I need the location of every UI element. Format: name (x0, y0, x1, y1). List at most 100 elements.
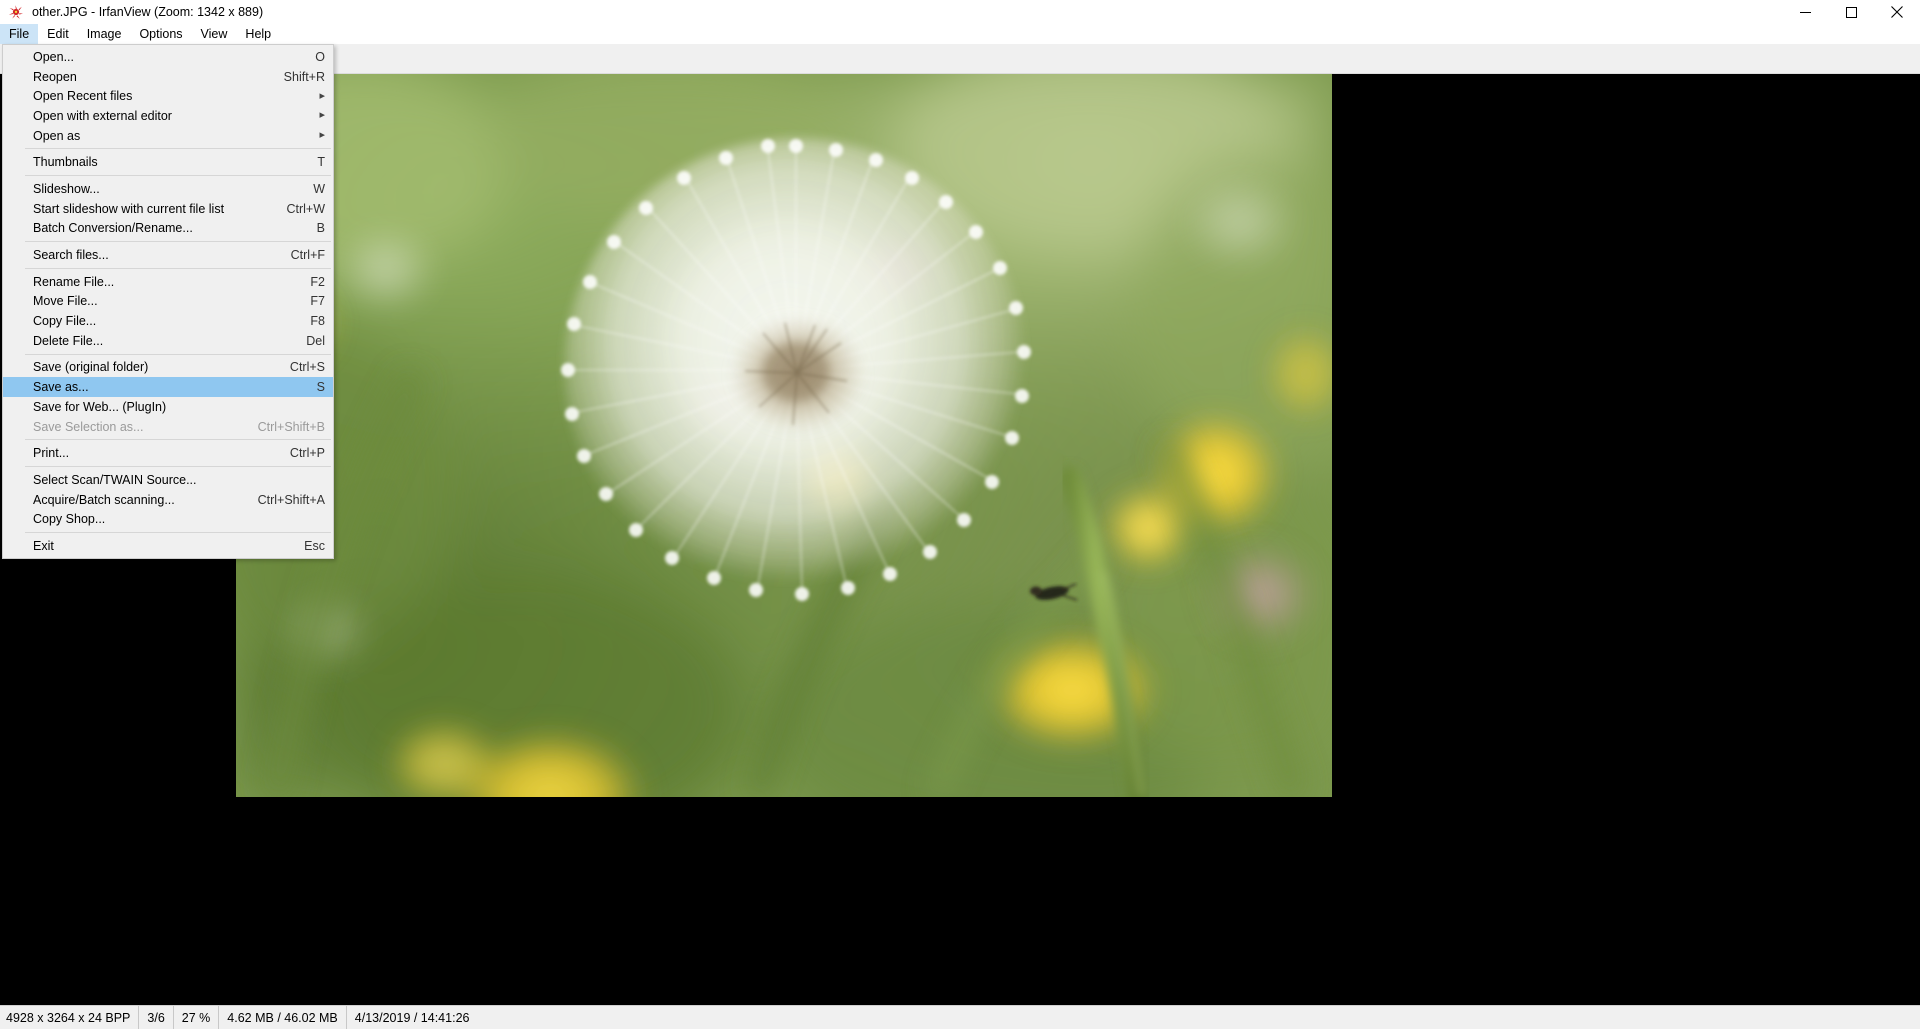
menu-separator (25, 268, 331, 269)
image-dimensions: 4928 x 3264 x 24 BPP (0, 1006, 139, 1029)
menu-item-save-original-folder-label: Save (original folder) (33, 360, 148, 374)
menu-item-copy-file[interactable]: Copy File... F8 (3, 311, 333, 331)
menu-item-batch-conversion-accel: B (299, 221, 325, 235)
menu-item-print[interactable]: Print... Ctrl+P (3, 443, 333, 463)
menu-item-save-for-web-label: Save for Web... (PlugIn) (33, 400, 166, 414)
chevron-right-icon: ▸ (319, 91, 325, 102)
menu-item-batch-conversion-label: Batch Conversion/Rename... (33, 221, 193, 235)
menubar-item-help-label: Help (245, 27, 271, 41)
window-title: other.JPG - IrfanView (Zoom: 1342 x 889) (32, 0, 263, 24)
menubar-item-edit-label: Edit (47, 27, 69, 41)
menu-item-save-as-label: Save as... (33, 380, 89, 394)
menu-item-rename-file-label: Rename File... (33, 275, 114, 289)
menu-item-open-recent-files-label: Open Recent files (33, 89, 132, 103)
menu-item-select-scan-twain-source-label: Select Scan/TWAIN Source... (33, 473, 196, 487)
menu-item-open-recent-files[interactable]: Open Recent files ▸ (3, 86, 333, 106)
menubar-item-file[interactable]: File (0, 24, 38, 44)
menubar-item-file-label: File (9, 27, 29, 41)
menu-item-copy-file-label: Copy File... (33, 314, 96, 328)
menu-item-exit[interactable]: Exit Esc (3, 536, 333, 556)
menu-separator (25, 466, 331, 467)
menu-item-save-original-folder[interactable]: Save (original folder) Ctrl+S (3, 358, 333, 378)
file-datetime: 4/13/2019 / 14:41:26 (347, 1006, 1920, 1029)
menu-item-search-files-accel: Ctrl+F (273, 248, 325, 262)
menu-item-start-slideshow-accel: Ctrl+W (268, 202, 325, 216)
menu-item-thumbnails-accel: T (299, 155, 325, 169)
menubar-item-help[interactable]: Help (236, 24, 280, 44)
menu-item-delete-file-accel: Del (288, 334, 325, 348)
menu-item-thumbnails-label: Thumbnails (33, 155, 98, 169)
menu-item-move-file[interactable]: Move File... F7 (3, 292, 333, 312)
file-menu-popup[interactable]: Open... O Reopen Shift+R Open Recent fil… (2, 44, 334, 559)
menu-item-move-file-label: Move File... (33, 294, 98, 308)
menu-item-save-original-folder-accel: Ctrl+S (272, 360, 325, 374)
menubar-item-view[interactable]: View (192, 24, 237, 44)
menubar-item-edit[interactable]: Edit (38, 24, 78, 44)
status-bar: 4928 x 3264 x 24 BPP 3/6 27 % 4.62 MB / … (0, 1005, 1920, 1029)
menu-item-exit-accel: Esc (286, 539, 325, 553)
window-controls (1782, 0, 1920, 24)
menu-item-reopen-label: Reopen (33, 70, 77, 84)
menu-item-slideshow-label: Slideshow... (33, 182, 100, 196)
chevron-right-icon: ▸ (319, 130, 325, 141)
menu-item-open-as-label: Open as (33, 129, 80, 143)
menu-item-open-accel: O (297, 50, 325, 64)
menu-item-rename-file-accel: F2 (292, 275, 325, 289)
menu-item-search-files-label: Search files... (33, 248, 109, 262)
menu-item-reopen-accel: Shift+R (266, 70, 325, 84)
menu-item-rename-file[interactable]: Rename File... F2 (3, 272, 333, 292)
menu-item-acquire-batch-scanning-label: Acquire/Batch scanning... (33, 493, 175, 507)
irfanview-icon (8, 4, 24, 20)
menu-item-save-for-web[interactable]: Save for Web... (PlugIn) (3, 397, 333, 417)
menu-item-open-as[interactable]: Open as ▸ (3, 126, 333, 146)
file-size: 4.62 MB / 46.02 MB (219, 1006, 346, 1029)
menu-item-exit-label: Exit (33, 539, 54, 553)
menu-item-copy-shop-label: Copy Shop... (33, 512, 105, 526)
menu-bar: File Edit Image Options View Help (0, 24, 1920, 44)
menu-item-move-file-accel: F7 (292, 294, 325, 308)
menu-item-open[interactable]: Open... O (3, 47, 333, 67)
menu-item-print-label: Print... (33, 446, 69, 460)
menu-item-thumbnails[interactable]: Thumbnails T (3, 152, 333, 172)
menu-separator (25, 241, 331, 242)
menu-item-slideshow[interactable]: Slideshow... W (3, 179, 333, 199)
title-bar: other.JPG - IrfanView (Zoom: 1342 x 889) (0, 0, 1920, 24)
menu-item-copy-shop[interactable]: Copy Shop... (3, 509, 333, 529)
menu-item-batch-conversion-rename[interactable]: Batch Conversion/Rename... B (3, 219, 333, 239)
zoom-percent: 27 % (174, 1006, 220, 1029)
menu-item-save-selection-as: Save Selection as... Ctrl+Shift+B (3, 417, 333, 437)
menu-item-open-with-external-editor-label: Open with external editor (33, 109, 172, 123)
menubar-item-image[interactable]: Image (78, 24, 131, 44)
maximize-button[interactable] (1828, 0, 1874, 24)
menubar-item-image-label: Image (87, 27, 122, 41)
menu-separator (25, 439, 331, 440)
close-button[interactable] (1874, 0, 1920, 24)
title-bar-left: other.JPG - IrfanView (Zoom: 1342 x 889) (0, 0, 263, 24)
menu-item-search-files[interactable]: Search files... Ctrl+F (3, 245, 333, 265)
menu-item-save-as[interactable]: Save as... S (3, 377, 333, 397)
menu-separator (25, 354, 331, 355)
menu-item-acquire-batch-scanning-accel: Ctrl+Shift+A (240, 493, 325, 507)
menubar-item-view-label: View (201, 27, 228, 41)
image-index: 3/6 (139, 1006, 173, 1029)
menu-item-delete-file[interactable]: Delete File... Del (3, 331, 333, 351)
menu-item-open-label: Open... (33, 50, 74, 64)
menu-separator (25, 532, 331, 533)
chevron-right-icon: ▸ (319, 110, 325, 121)
minimize-button[interactable] (1782, 0, 1828, 24)
menu-item-reopen[interactable]: Reopen Shift+R (3, 67, 333, 87)
menu-item-start-slideshow-with-current-file-list[interactable]: Start slideshow with current file list C… (3, 199, 333, 219)
irfanview-window: other.JPG - IrfanView (Zoom: 1342 x 889)… (0, 0, 1920, 1029)
menubar-item-options[interactable]: Options (130, 24, 191, 44)
menu-separator (25, 148, 331, 149)
menu-item-slideshow-accel: W (295, 182, 325, 196)
menu-item-save-as-accel: S (299, 380, 325, 394)
menu-item-acquire-batch-scanning[interactable]: Acquire/Batch scanning... Ctrl+Shift+A (3, 490, 333, 510)
menu-item-delete-file-label: Delete File... (33, 334, 103, 348)
menu-item-open-with-external-editor[interactable]: Open with external editor ▸ (3, 106, 333, 126)
menu-item-save-selection-as-accel: Ctrl+Shift+B (240, 420, 325, 434)
menu-item-select-scan-twain-source[interactable]: Select Scan/TWAIN Source... (3, 470, 333, 490)
menubar-item-options-label: Options (139, 27, 182, 41)
menu-item-copy-file-accel: F8 (292, 314, 325, 328)
menu-separator (25, 175, 331, 176)
